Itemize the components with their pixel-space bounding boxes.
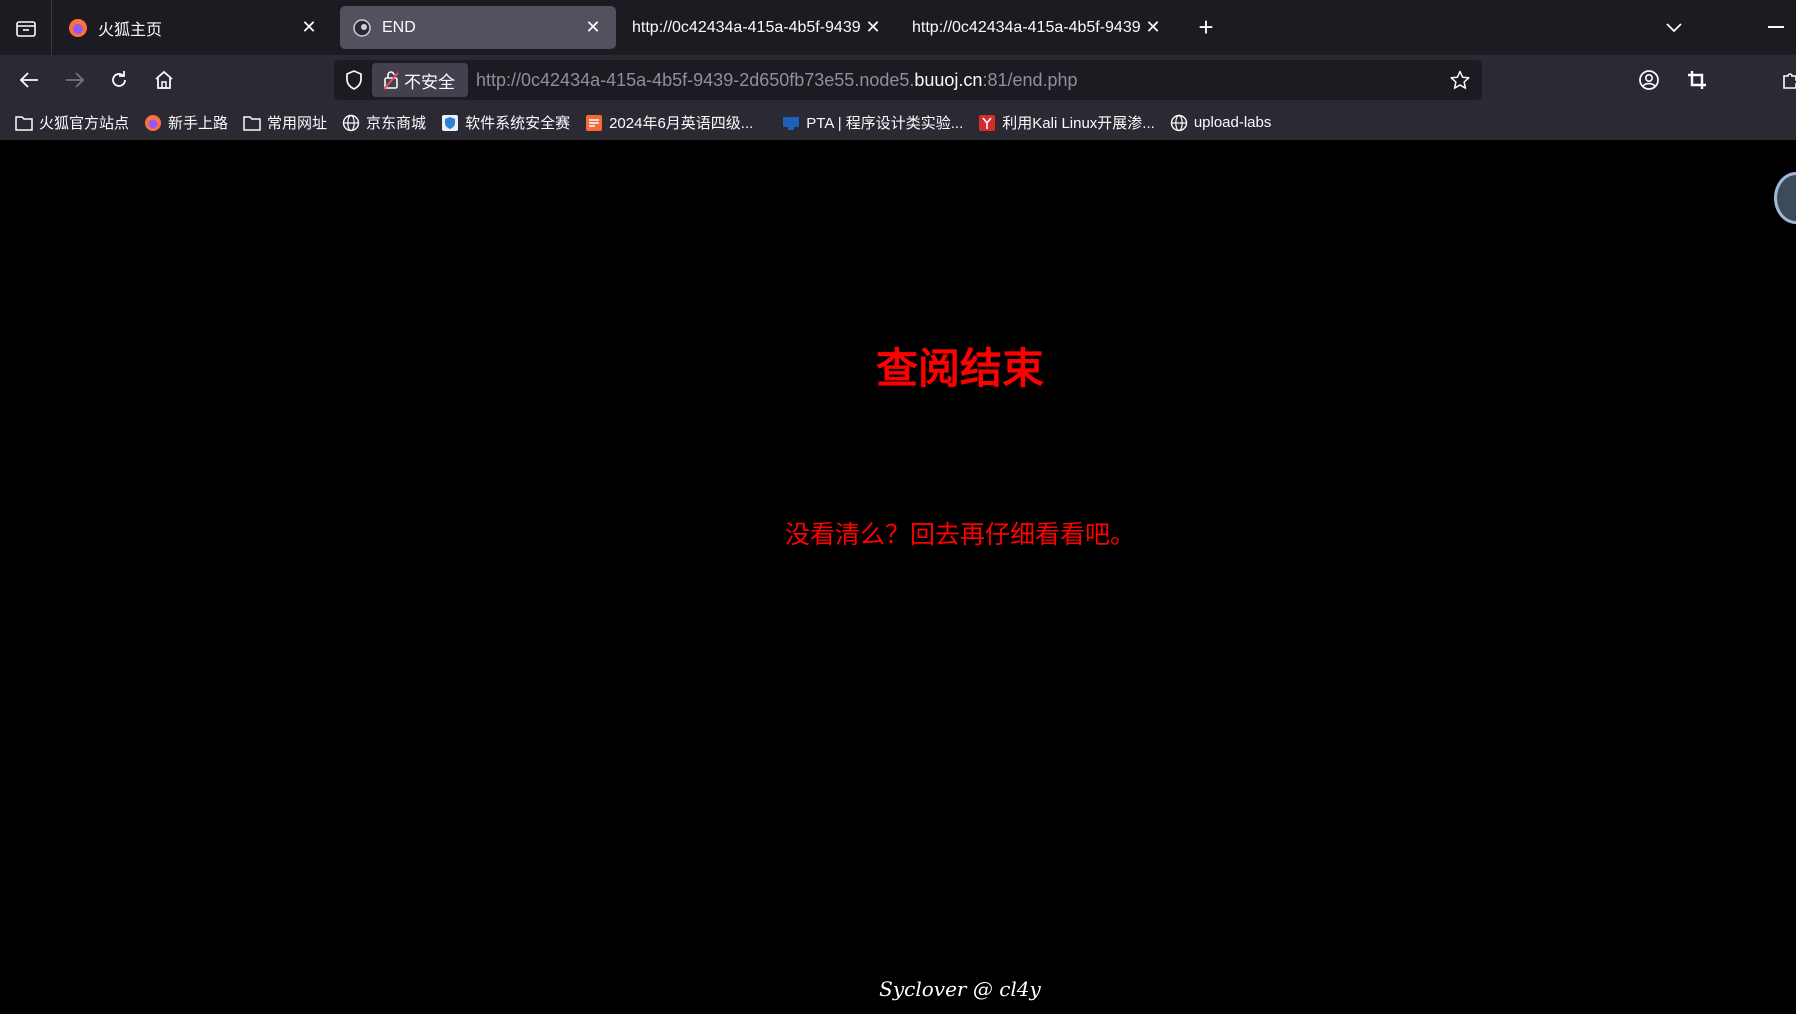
nav-toolbar: 不安全 http://0c42434a-415a-4b5f-9439-2d650… <box>0 55 1796 105</box>
tab-strip: 火狐主页 ✕ END ✕ http://0c42434a-415a-4b5f-9… <box>0 0 1796 55</box>
reload-button[interactable] <box>104 65 134 95</box>
tab-end[interactable]: END ✕ <box>340 6 616 49</box>
url-host: buuoj.cn <box>914 70 983 90</box>
url-text[interactable]: http://0c42434a-415a-4b5f-9439-2d650fb73… <box>476 60 1078 100</box>
bookmark-kali[interactable]: 利用Kali Linux开展渗... <box>977 112 1155 133</box>
folder-icon <box>14 113 34 133</box>
bookmark-upload-labs[interactable]: upload-labs <box>1169 113 1272 133</box>
chevron-down-icon <box>1666 23 1682 33</box>
footer-credit: Syclover @ cl4y <box>879 977 1041 1001</box>
account-button[interactable] <box>1634 65 1664 95</box>
arrow-left-icon <box>19 72 38 88</box>
crop-icon <box>1688 71 1706 89</box>
bookmark-label: 新手上路 <box>168 115 229 132</box>
bookmark-label: 2024年6月英语四级... <box>609 115 754 132</box>
bookmark-firefox-official[interactable]: 火狐官方站点 <box>14 112 129 133</box>
bookmark-label: 利用Kali Linux开展渗... <box>1002 115 1155 132</box>
insecure-label: 不安全 <box>404 72 455 92</box>
firefox-icon <box>68 18 88 38</box>
page-title: 查阅结束 <box>875 344 1044 393</box>
close-tab-icon[interactable]: ✕ <box>1142 17 1164 39</box>
page-content: 查阅结束 没看清么？回去再仔细看看吧。 Syclover @ cl4y <box>0 140 1796 1014</box>
firefox-view-button[interactable] <box>0 0 52 55</box>
bookmark-common-sites[interactable]: 常用网址 <box>242 112 327 133</box>
bookmark-pta[interactable]: PTA | 程序设计类实验... <box>781 112 963 133</box>
insecure-lock-icon <box>378 70 404 90</box>
bookmark-star-button[interactable] <box>1448 68 1472 92</box>
pta-icon <box>781 113 801 133</box>
list-all-tabs-button[interactable] <box>1660 14 1688 42</box>
puzzle-icon <box>1783 73 1796 89</box>
site-security-button[interactable]: 不安全 <box>372 63 468 97</box>
tab-title: http://0c42434a-415a-4b5f-9439 <box>912 18 1141 36</box>
tab-url-1[interactable]: http://0c42434a-415a-4b5f-9439 ✕ <box>620 6 896 49</box>
site-icon <box>352 18 372 38</box>
extensions-button[interactable] <box>1776 65 1796 95</box>
sidebar-widget-button[interactable] <box>1774 172 1796 224</box>
url-prefix: http://0c42434a-415a-4b5f-9439-2d650fb73… <box>476 70 915 90</box>
tab-title: http://0c42434a-415a-4b5f-9439 <box>632 18 861 36</box>
home-button[interactable] <box>149 65 179 95</box>
bookmarks-toolbar: 火狐官方站点 新手上路 常用网址 京东商城 软件系统安全赛 2024年6月英语四… <box>0 105 1796 140</box>
bookmark-label: 京东商城 <box>366 115 427 132</box>
firefox-view-icon <box>15 20 36 37</box>
star-icon <box>1450 70 1470 89</box>
bookmark-software-security[interactable]: 软件系统安全赛 <box>440 112 570 133</box>
address-bar[interactable]: 不安全 http://0c42434a-415a-4b5f-9439-2d650… <box>334 60 1482 100</box>
forward-button[interactable] <box>60 65 90 95</box>
hint-message: 没看清么？回去再仔细看看吧。 <box>784 520 1135 549</box>
close-tab-icon[interactable]: ✕ <box>582 17 604 39</box>
tab-title: END <box>382 18 416 36</box>
bookmark-label: 火狐官方站点 <box>39 115 130 132</box>
new-tab-button[interactable]: + <box>1192 14 1220 42</box>
bookmark-jd[interactable]: 京东商城 <box>341 112 426 133</box>
back-button[interactable] <box>14 65 44 95</box>
reload-icon <box>112 71 126 87</box>
tab-url-2[interactable]: http://0c42434a-415a-4b5f-9439 ✕ <box>900 6 1176 49</box>
bookmark-cet4[interactable]: 2024年6月英语四级... <box>584 112 753 133</box>
close-tab-icon[interactable]: ✕ <box>298 17 320 39</box>
kali-icon <box>977 113 997 133</box>
home-icon <box>155 70 173 89</box>
bookmark-label: upload-labs <box>1193 114 1272 131</box>
bookmark-label: PTA | 程序设计类实验... <box>806 115 964 132</box>
shield-icon <box>346 70 362 90</box>
tracking-protection-button[interactable] <box>342 68 366 92</box>
tab-title: 火狐主页 <box>98 21 163 39</box>
firefox-icon <box>143 113 163 133</box>
close-tab-icon[interactable]: ✕ <box>862 17 884 39</box>
bookmark-label: 常用网址 <box>267 115 328 132</box>
folder-icon <box>242 113 262 133</box>
globe-icon <box>1169 113 1189 133</box>
url-suffix: :81/end.php <box>982 70 1078 90</box>
tab-firefox-home[interactable]: 火狐主页 ✕ <box>56 6 332 49</box>
bookmark-label: 软件系统安全赛 <box>465 115 571 132</box>
screenshot-button[interactable] <box>1682 65 1712 95</box>
bookmark-getting-started[interactable]: 新手上路 <box>143 112 228 133</box>
document-icon <box>584 113 604 133</box>
globe-icon <box>341 113 361 133</box>
shield-badge-icon <box>440 113 460 133</box>
minimize-window-button[interactable] <box>1768 26 1784 28</box>
account-icon <box>1639 70 1659 90</box>
arrow-right-icon <box>66 72 85 88</box>
